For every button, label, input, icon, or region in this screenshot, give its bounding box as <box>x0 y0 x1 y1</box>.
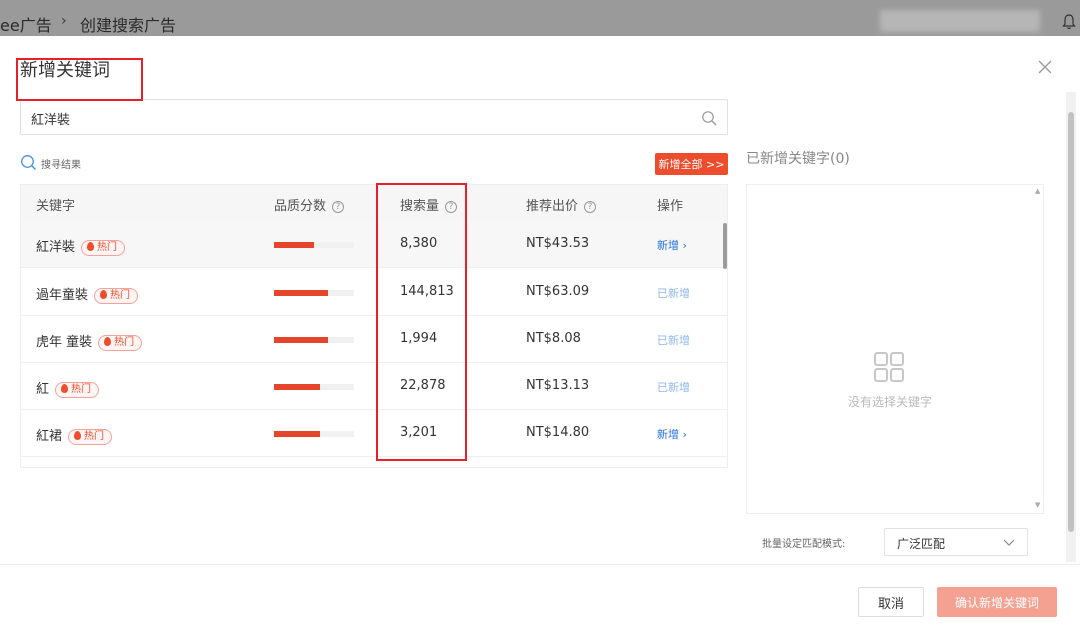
header-action: 操作 <box>657 199 684 214</box>
search-icon[interactable] <box>701 110 717 126</box>
app-header: ee广告 › 创建搜索广告 <box>0 0 1080 36</box>
keyword-search-input[interactable] <box>31 107 681 129</box>
scroll-up-arrow-icon[interactable]: ▲ <box>1035 187 1040 195</box>
suggested-bid: NT$43.53 <box>526 236 590 251</box>
modal-scrollbar[interactable] <box>1066 92 1076 562</box>
flame-icon <box>100 290 108 299</box>
keyword-cell: 過年童裝 热门 <box>36 284 139 304</box>
grid-icon <box>874 352 904 382</box>
quality-score-fill <box>274 384 321 390</box>
suggested-bid: NT$8.08 <box>526 331 581 346</box>
table-row: 紅热门 22,878 NT$13.13 已新增 <box>21 363 727 410</box>
quality-score-fill <box>274 242 314 248</box>
highlight-box-search <box>16 58 143 101</box>
added-keywords-panel: ▲ 没有选择关键字 ▼ <box>746 184 1044 514</box>
table-row: 虎年 童裝 热门 1,994 NT$8.08 已新增 <box>21 316 727 363</box>
table-row: 過年童裝 热门 144,813 NT$63.09 已新增 <box>21 269 727 316</box>
flame-icon <box>61 384 69 393</box>
header-quality: 品质分数? <box>274 195 345 214</box>
header-bid: 推荐出价? <box>526 195 597 214</box>
hot-badge: 热门 <box>81 240 126 256</box>
search-results-label: 搜寻结果 <box>41 160 81 171</box>
header-keyword: 关键字 <box>36 199 76 214</box>
quality-score-bar <box>274 384 354 390</box>
cancel-button[interactable]: 取消 <box>858 587 924 617</box>
scroll-down-arrow-icon[interactable]: ▼ <box>1035 501 1040 509</box>
suggested-bid: NT$13.13 <box>526 378 590 393</box>
add-keyword-link[interactable]: 新增 › <box>657 426 687 442</box>
table-scrollbar[interactable] <box>723 223 727 269</box>
keyword-cell: 紅热门 <box>36 378 100 398</box>
quality-score-fill <box>274 290 329 296</box>
suggested-bid: NT$14.80 <box>526 425 590 440</box>
flame-icon <box>74 431 82 440</box>
quality-score-bar <box>274 290 354 296</box>
quality-score-bar <box>274 431 354 437</box>
quality-score-fill <box>274 337 329 343</box>
added-status: 已新增 <box>657 334 690 347</box>
hot-badge: 热门 <box>68 429 113 445</box>
breadcrumb-separator: › <box>61 13 67 29</box>
table-header: 关键字 品质分数? 搜索量? 推荐出价? 操作 <box>21 185 727 221</box>
table-row: 紅裙 热门 3,201 NT$14.80 新增 › <box>21 410 727 457</box>
hot-badge: 热门 <box>98 335 143 351</box>
close-icon[interactable] <box>1036 58 1054 76</box>
help-icon[interactable]: ? <box>332 201 345 213</box>
added-status: 已新增 <box>657 287 690 300</box>
keyword-cell: 虎年 童裝 热门 <box>36 331 143 351</box>
hot-badge: 热门 <box>94 288 139 304</box>
keyword-cell: 紅洋裝 热门 <box>36 236 126 256</box>
breadcrumb-current: 创建搜索广告 <box>80 16 177 35</box>
modal-scrollbar-thumb[interactable] <box>1068 112 1074 532</box>
suggested-bid: NT$63.09 <box>526 284 590 299</box>
quality-score-bar <box>274 242 354 248</box>
table-row: 紅洋裝 热门 8,380 NT$43.53 新增 › <box>21 221 727 268</box>
quality-score-fill <box>274 431 321 437</box>
blurred-user-info <box>880 10 1040 32</box>
highlight-box-volume <box>376 183 467 461</box>
flame-icon <box>87 242 95 251</box>
keyword-search-field[interactable] <box>20 99 728 135</box>
added-status: 已新增 <box>657 381 690 394</box>
flame-icon <box>104 337 112 346</box>
breadcrumb-root[interactable]: ee广告 <box>0 12 52 36</box>
quality-score-bar <box>274 337 354 343</box>
empty-state-text: 没有选择关键字 <box>847 395 932 409</box>
add-keyword-modal: 新增关键词 搜寻结果 新增全部 >> 关键字 品质分数? 搜索量? 推荐出价? … <box>0 36 1080 634</box>
add-keyword-link[interactable]: 新增 › <box>657 237 687 253</box>
keyword-results-table: 关键字 品质分数? 搜索量? 推荐出价? 操作 紅洋裝 热门 8,380 NT$4… <box>20 184 728 468</box>
footer-divider <box>0 564 1080 565</box>
keyword-cell: 紅裙 热门 <box>36 425 113 445</box>
match-mode-value: 广泛匹配 <box>897 537 946 551</box>
help-icon[interactable]: ? <box>584 201 597 213</box>
bell-icon[interactable] <box>1062 14 1076 30</box>
add-all-button[interactable]: 新增全部 >> <box>655 153 728 175</box>
match-mode-select[interactable]: 广泛匹配 <box>884 528 1028 556</box>
chevron-down-icon <box>1003 539 1015 546</box>
match-mode-label: 批量设定匹配模式: <box>762 539 846 550</box>
hot-badge: 热门 <box>55 382 100 398</box>
confirm-add-keywords-button[interactable]: 确认新增关键词 <box>937 587 1057 617</box>
magnifier-icon <box>21 155 36 170</box>
added-keywords-title: 已新增关键字(0) <box>746 151 850 167</box>
